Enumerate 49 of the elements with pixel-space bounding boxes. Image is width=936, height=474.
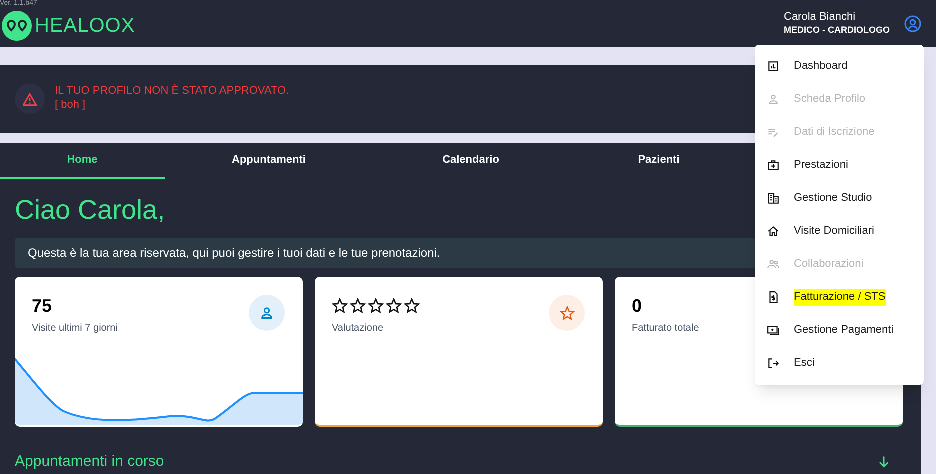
star-icon <box>386 298 402 314</box>
logo-text: HEALOOX <box>35 14 136 38</box>
building-icon <box>767 192 780 205</box>
menu-item[interactable]: Prestazioni <box>755 149 924 182</box>
person-icon <box>249 295 285 331</box>
stat-label: Fatturato totale <box>632 322 700 336</box>
medical-kit-icon <box>767 159 780 172</box>
section-title: Appuntamenti in corso <box>15 452 164 472</box>
star-icon <box>332 298 348 314</box>
stat-label: Valutazione <box>332 322 385 336</box>
menu-item-label: Scheda Profilo <box>794 92 866 108</box>
nav-tab[interactable]: Appuntamenti <box>165 143 373 179</box>
nav-tab[interactable]: Pazienti <box>569 143 749 179</box>
menu-item-label: Esci <box>794 356 815 372</box>
nav-tab[interactable]: Home <box>0 143 165 179</box>
menu-item[interactable]: Fatturazione / STS <box>755 281 924 314</box>
menu-item-label: Fatturazione / STS <box>794 289 886 306</box>
home-icon <box>767 225 780 238</box>
chart-icon <box>767 60 780 73</box>
account-icon[interactable] <box>904 14 922 32</box>
user-role: MEDICO - CARDIOLOGO <box>784 24 890 36</box>
menu-item-label: Prestazioni <box>794 158 848 174</box>
menu-item[interactable]: Dashboard <box>755 50 924 83</box>
alert-title: IL TUO PROFILO NON È STATO APPROVATO. <box>55 85 290 99</box>
star-icon <box>404 298 420 314</box>
down-arrow-icon[interactable] <box>877 455 891 470</box>
menu-item-label: Dashboard <box>794 59 848 74</box>
stat-value: 0 <box>632 295 644 317</box>
star-icon <box>368 298 384 314</box>
person-icon <box>767 93 780 106</box>
invoice-icon <box>767 291 780 304</box>
menu-item-label: Gestione Studio <box>794 191 872 206</box>
greeting-heading: Ciao Carola, <box>15 197 166 224</box>
warning-icon <box>23 92 37 106</box>
stat-value: 75 <box>32 295 54 317</box>
menu-item[interactable]: Gestione Studio <box>755 182 924 215</box>
payment-icon <box>767 324 780 337</box>
menu-item-label: Dati di Iscrizione <box>794 125 875 140</box>
star-icon <box>350 298 366 314</box>
menu-item-label: Visite Domiciliari <box>794 224 874 240</box>
logout-icon <box>767 357 780 370</box>
nav-tab[interactable]: Calendario <box>373 143 569 179</box>
alert-detail: [ boh ] <box>55 99 87 113</box>
stat-label: Visite ultimi 7 giorni <box>32 322 118 336</box>
people-icon <box>767 258 780 271</box>
menu-item[interactable]: Esci <box>755 347 924 380</box>
user-name: Carola Bianchi <box>784 11 857 25</box>
menu-item[interactable]: Gestione Pagamenti <box>755 314 924 347</box>
menu-item-label: Gestione Pagamenti <box>794 323 894 338</box>
